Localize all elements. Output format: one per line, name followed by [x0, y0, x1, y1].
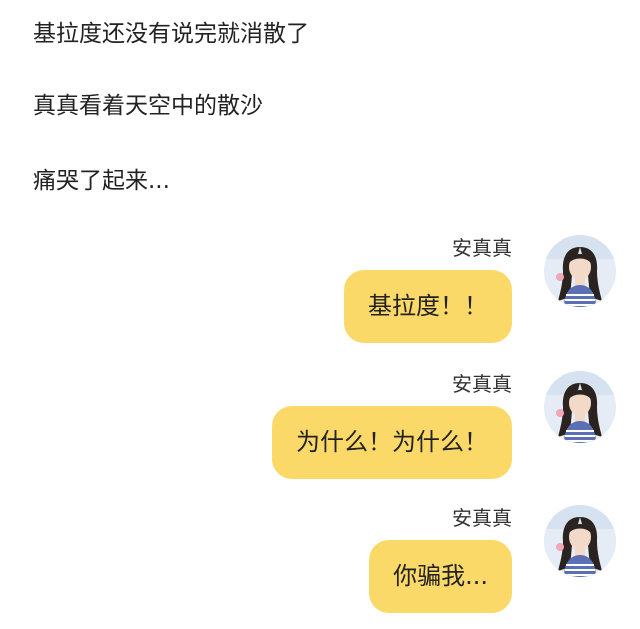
message-bubble[interactable]: 基拉度！！ [344, 270, 512, 343]
chat-message: 安真真 基拉度！！ [16, 230, 616, 355]
message-bubble[interactable]: 你骗我... [369, 540, 512, 613]
sender-name: 安真真 [452, 372, 512, 396]
chat-message: 安真真 为什么！为什么！ [16, 366, 616, 491]
girl-avatar-icon[interactable] [544, 371, 616, 443]
sender-name: 安真真 [452, 506, 512, 530]
message-bubble[interactable]: 为什么！为什么！ [272, 406, 512, 479]
girl-avatar-icon[interactable] [544, 235, 616, 307]
narration-line: 痛哭了起来... [33, 168, 170, 194]
sender-name: 安真真 [452, 236, 512, 260]
narration-line: 基拉度还没有说完就消散了 [33, 21, 309, 47]
narration-line: 真真看着天空中的散沙 [33, 93, 263, 119]
girl-avatar-icon[interactable] [544, 505, 616, 577]
chat-message: 安真真 你骗我... [16, 500, 616, 625]
